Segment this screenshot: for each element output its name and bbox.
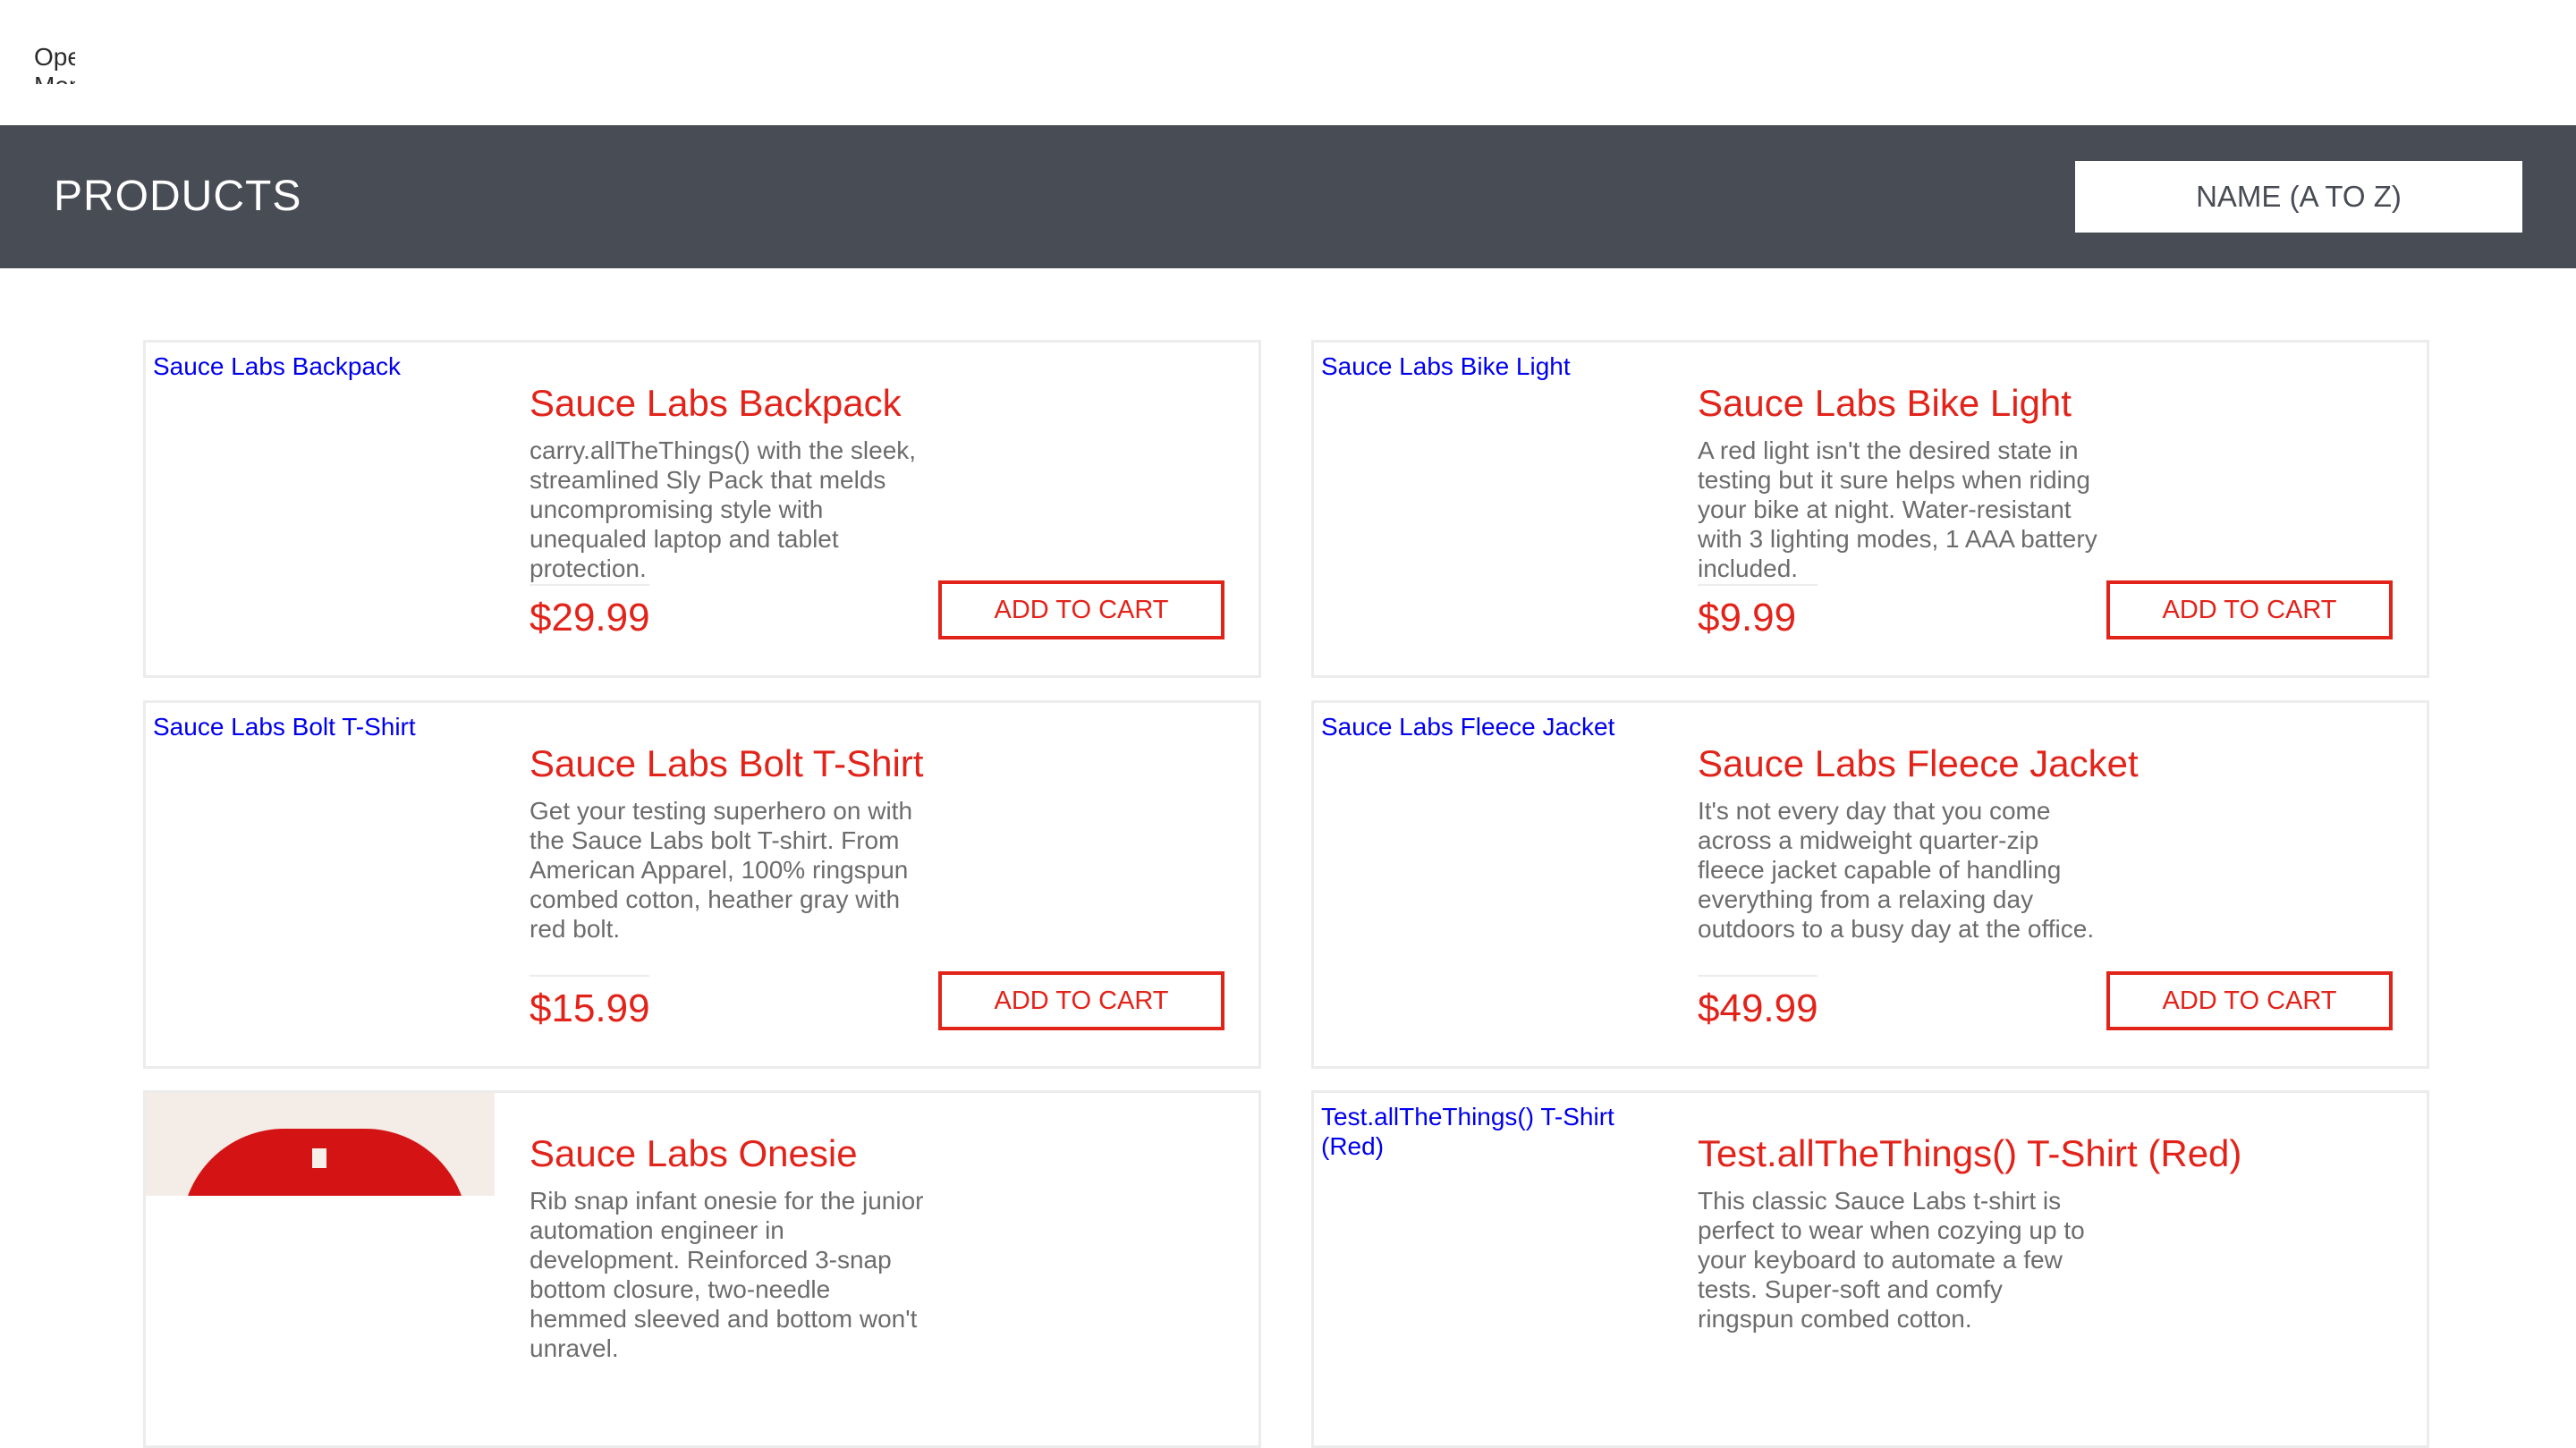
product-image-link[interactable]: Sauce Labs Bike Light <box>1321 351 1661 381</box>
product-image-link[interactable]: Sauce Labs Fleece Jacket <box>1321 712 1661 741</box>
product-title[interactable]: Sauce Labs Bolt T-Shirt <box>530 741 923 787</box>
product-description: Get your testing superhero on with the S… <box>530 797 913 943</box>
product-price: $15.99 <box>530 987 650 1030</box>
sort-select[interactable]: NAME (A TO Z) <box>2075 161 2522 233</box>
product-card-bike-light: Sauce Labs Bike Light Sauce Labs Bike Li… <box>1311 340 2429 678</box>
product-card-bolt-tshirt: Sauce Labs Bolt T-Shirt Sauce Labs Bolt … <box>143 700 1261 1069</box>
add-to-cart-button[interactable]: ADD TO CART <box>2106 580 2393 639</box>
sort-select-value: NAME (A TO Z) <box>2196 180 2402 213</box>
price-divider <box>1698 584 1818 586</box>
product-card-backpack: Sauce Labs Backpack Sauce Labs Backpack … <box>143 340 1261 678</box>
onesie-tag <box>312 1148 326 1168</box>
product-card-fleece-jacket: Sauce Labs Fleece Jacket Sauce Labs Flee… <box>1311 700 2429 1069</box>
price-divider <box>530 584 649 586</box>
product-title[interactable]: Sauce Labs Onesie <box>530 1130 858 1177</box>
product-card-red-tshirt: Test.allTheThings() T-Shirt (Red) Test.a… <box>1311 1090 2429 1448</box>
price-divider <box>530 975 649 977</box>
product-card-onesie: Sauce Labs Onesie Rib snap infant onesie… <box>143 1090 1261 1448</box>
product-price: $49.99 <box>1698 987 1818 1030</box>
product-title[interactable]: Sauce Labs Bike Light <box>1698 380 2072 427</box>
product-description: It's not every day that you come across … <box>1698 797 2095 943</box>
product-title[interactable]: Sauce Labs Fleece Jacket <box>1698 741 2139 787</box>
add-to-cart-button[interactable]: ADD TO CART <box>938 971 1224 1030</box>
product-image-link[interactable]: Sauce Labs Bolt T-Shirt <box>153 712 493 741</box>
product-image-link[interactable]: Sauce Labs Backpack <box>153 351 493 381</box>
product-image-link[interactable]: Test.allTheThings() T-Shirt (Red) <box>1321 1102 1643 1161</box>
price-divider <box>1698 975 1818 977</box>
product-price: $9.99 <box>1698 596 1797 639</box>
product-description: carry.allTheThings() with the sleek, str… <box>530 436 917 582</box>
top-bar: Open Menu <box>0 0 2576 125</box>
add-to-cart-button[interactable]: ADD TO CART <box>2106 971 2393 1030</box>
add-to-cart-button[interactable]: ADD TO CART <box>938 580 1224 639</box>
page-title: PRODUCTS <box>54 173 302 220</box>
onesie-image[interactable] <box>146 1093 495 1196</box>
products-header: PRODUCTS NAME (A TO Z) <box>0 125 2576 268</box>
open-menu-button[interactable]: Open Menu <box>34 43 75 84</box>
product-description: This classic Sauce Labs t-shirt is perfe… <box>1698 1187 2085 1333</box>
product-title[interactable]: Sauce Labs Backpack <box>530 380 902 427</box>
product-description: Rib snap infant onesie for the junior au… <box>530 1187 924 1362</box>
product-price: $29.99 <box>530 596 650 639</box>
product-title[interactable]: Test.allTheThings() T-Shirt (Red) <box>1698 1130 2241 1177</box>
product-description: A red light isn't the desired state in t… <box>1698 436 2097 582</box>
